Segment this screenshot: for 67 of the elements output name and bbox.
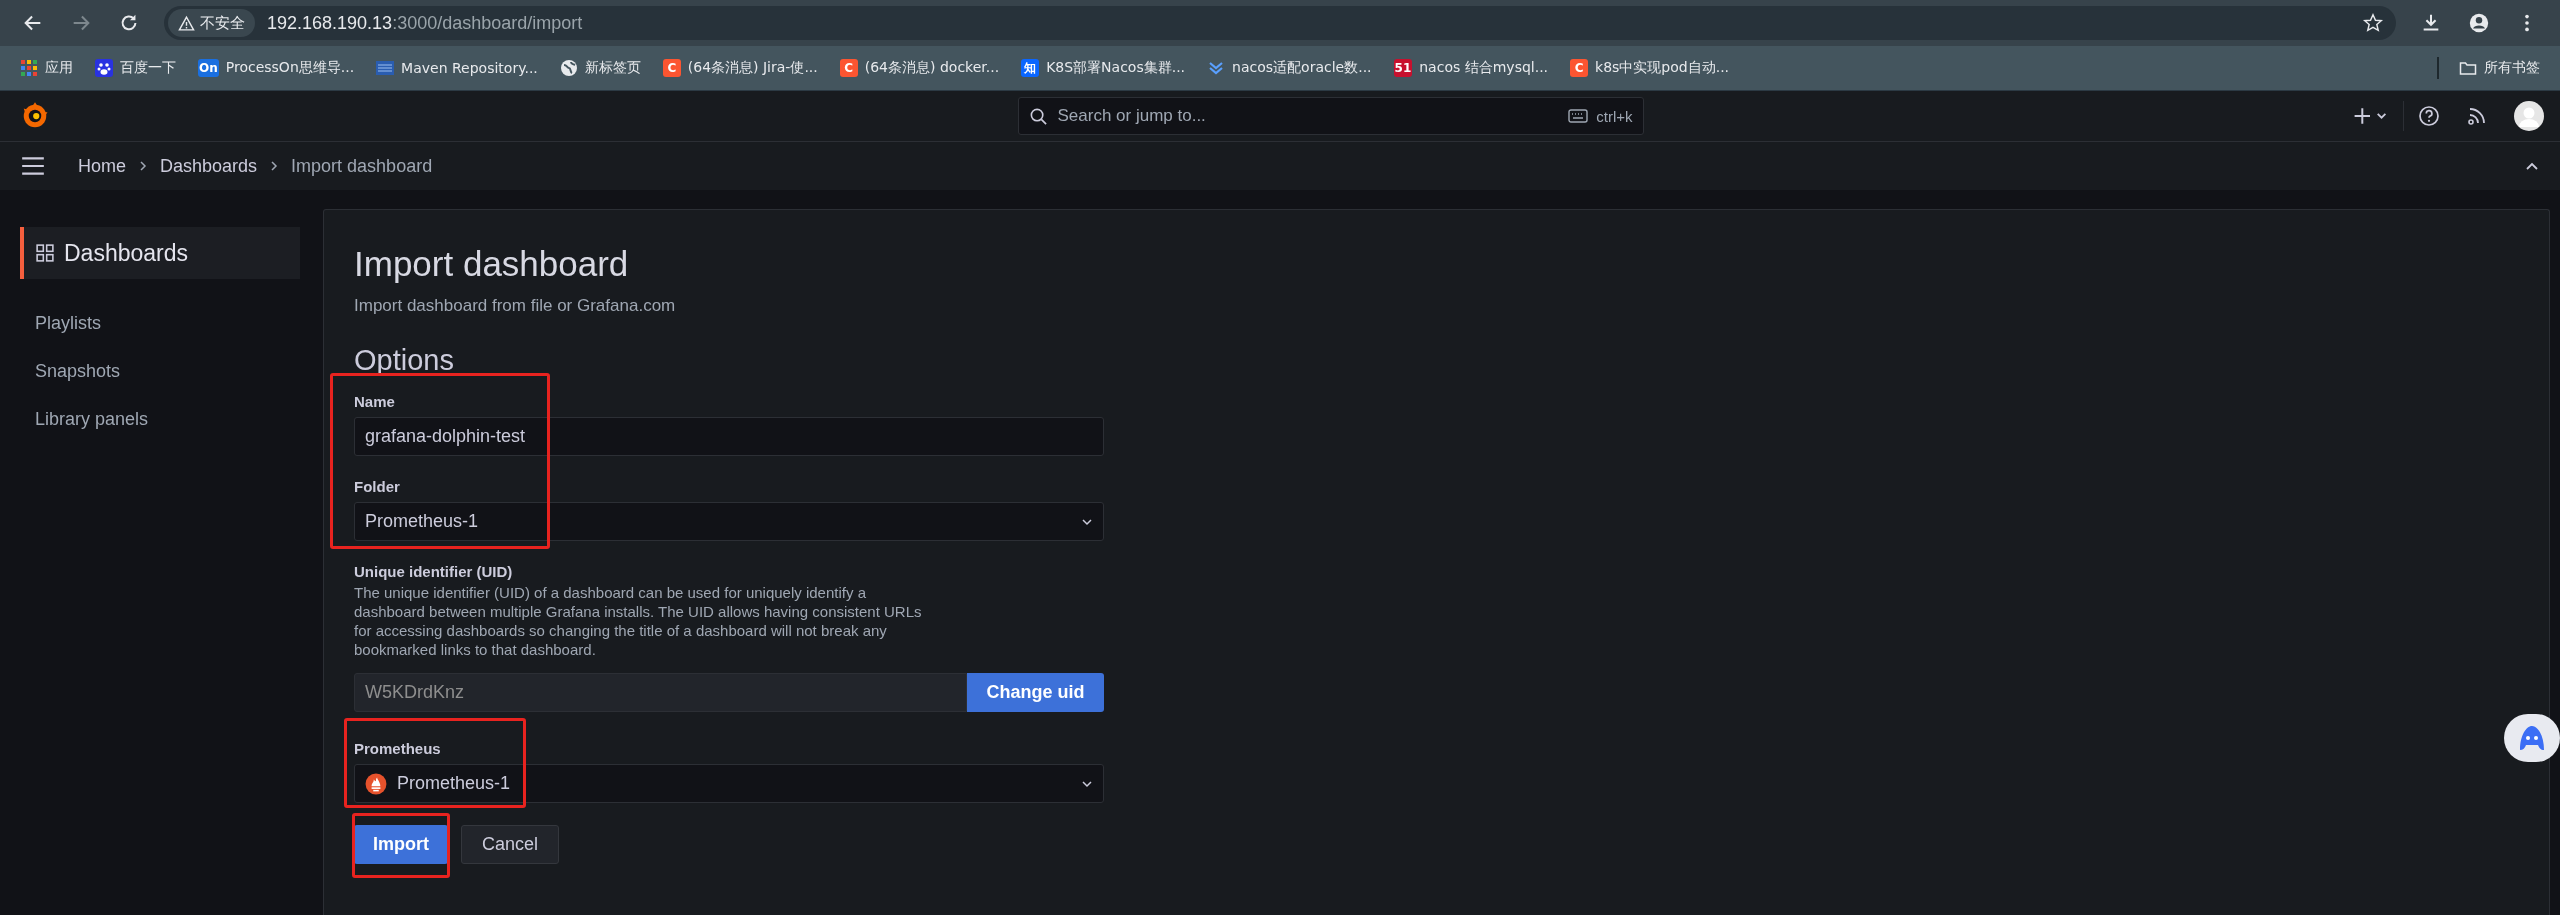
field-label: Prometheus xyxy=(354,740,442,757)
search-icon xyxy=(1028,106,1048,126)
url-text: 192.168.190.13:3000/dashboard/import xyxy=(267,12,584,34)
sidebar-item[interactable]: Snapshots xyxy=(20,347,300,395)
bookmark[interactable]: 新标签页 xyxy=(551,52,649,84)
all-bookmarks-button[interactable]: 所有书签 xyxy=(2451,52,2548,84)
profile-icon[interactable] xyxy=(2468,12,2490,34)
chevron-down-icon xyxy=(1081,779,1093,788)
chevron-down-icon xyxy=(1081,517,1093,526)
security-chip[interactable]: 不安全 xyxy=(168,9,255,37)
chevron-right-icon xyxy=(269,159,280,173)
search-field[interactable]: Search or jump to... ctrl+k xyxy=(1017,97,1644,135)
bookmark[interactable]: Maven Repository... xyxy=(368,52,546,84)
uid-input[interactable]: W5KDrdKnz xyxy=(354,673,967,712)
bookmark[interactable]: nacos适配oracle数... xyxy=(1199,52,1380,84)
grid-icon xyxy=(36,244,54,262)
striped-logo-icon xyxy=(376,59,395,77)
breadcrumb-link[interactable]: Dashboards xyxy=(160,155,258,177)
site-logo-icon: C xyxy=(662,59,681,77)
page-title: Import dashboard xyxy=(354,244,630,284)
sidebar-item[interactable]: Library panels xyxy=(20,395,300,443)
star-icon[interactable] xyxy=(2362,12,2384,34)
bookmark[interactable]: 知 K8S部署Nacos集群... xyxy=(1013,52,1194,84)
sidebar-section[interactable]: Dashboards xyxy=(20,227,300,279)
bookmark[interactable]: 百度一下 xyxy=(87,52,184,84)
warning-icon xyxy=(178,14,195,32)
field-label: Folder xyxy=(354,478,401,495)
site-logo-icon: C xyxy=(1570,59,1589,77)
bookmark[interactable]: 51 nacos 结合mysql... xyxy=(1385,52,1557,84)
chevron-right-icon xyxy=(138,159,148,173)
collapse-icon[interactable] xyxy=(2524,161,2540,171)
section-heading: Options xyxy=(354,344,455,377)
bookmark[interactable]: 应用 xyxy=(12,52,81,84)
sidebar-item[interactable]: Playlists xyxy=(20,299,300,347)
change-uid-button[interactable]: Change uid xyxy=(967,673,1104,712)
folder-select[interactable]: Prometheus-1 xyxy=(354,502,1104,541)
site-logo-icon: C xyxy=(839,59,858,77)
datasource-select[interactable]: Prometheus-1 xyxy=(354,764,1104,803)
address-bar[interactable]: 不安全 192.168.190.13:3000/dashboard/import xyxy=(164,6,2396,40)
security-label: 不安全 xyxy=(200,13,245,33)
breadcrumb-link[interactable]: Home xyxy=(78,155,126,177)
search-input[interactable]: Search or jump to... xyxy=(1055,105,1561,127)
paw-icon xyxy=(95,59,113,77)
field-description: The unique identifier (UID) of a dashboard can be used for uniquely identify a dashboard between multiple Grafana installs. The UID allows having consistent URLs for accessing dashboards so changing the title of a dashboard will not break any bookmarked links to that dashboard. xyxy=(354,583,923,659)
keyboard-icon xyxy=(1568,109,1589,123)
folder-icon xyxy=(2459,59,2477,77)
bookmark[interactable]: C (64条消息) docker... xyxy=(831,52,1008,84)
help-icon[interactable] xyxy=(2418,105,2440,127)
menu-icon[interactable] xyxy=(20,155,46,177)
bookmark[interactable]: C k8s中实现pod自动... xyxy=(1562,52,1738,84)
field-label: Unique identifier (UID) xyxy=(354,563,514,580)
page-subtitle: Import dashboard from file or Grafana.com xyxy=(354,296,677,316)
rss-icon[interactable] xyxy=(2466,105,2488,127)
cancel-button[interactable]: Cancel xyxy=(461,825,560,864)
site-logo-icon: 51 xyxy=(1393,59,1413,77)
name-input[interactable]: grafana-dolphin-test xyxy=(354,417,1104,456)
shortcut-hint: ctrl+k xyxy=(1596,107,1633,125)
apps-grid-icon xyxy=(20,59,38,77)
site-logo-icon: On xyxy=(198,59,219,77)
avatar-icon[interactable] xyxy=(2514,101,2544,131)
site-logo-icon: 知 xyxy=(1021,59,1040,77)
flame-logo-icon xyxy=(365,772,387,795)
import-button[interactable]: Import xyxy=(354,825,448,864)
field-label: Name xyxy=(354,393,396,410)
bookmark[interactable]: On ProcessOn思维导... xyxy=(190,52,363,84)
bookmark[interactable]: C (64条消息) Jira-使... xyxy=(654,52,826,84)
globe-icon xyxy=(559,59,578,77)
